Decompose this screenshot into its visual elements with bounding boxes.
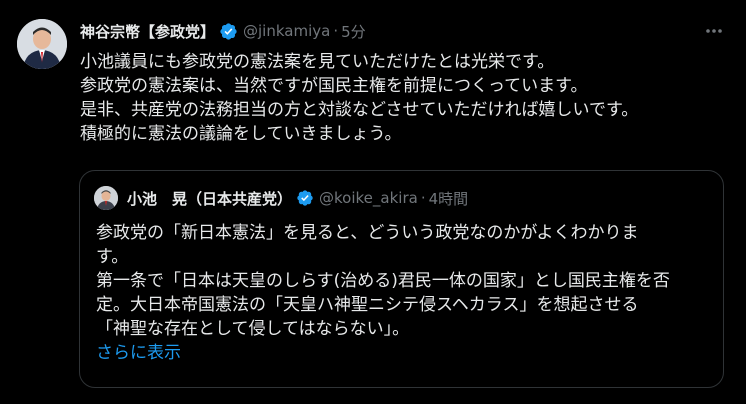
quoted-tweet-header: 小池 晃（日本共産党） @koike_akira · 4時間	[127, 187, 468, 209]
timestamp[interactable]: 5分	[341, 21, 366, 42]
show-more-link[interactable]: さらに表示	[96, 341, 716, 365]
quoted-text-line: 参政党の「新日本憲法」を見ると、どういう政党なのかがよくわかりま	[96, 223, 639, 243]
quoted-tweet-text: 参政党の「新日本憲法」を見ると、どういう政党なのかがよくわかりま す。 第一条で…	[96, 221, 716, 365]
verified-badge-icon	[297, 190, 313, 206]
verified-badge-icon	[220, 22, 237, 40]
quoted-text-line: 「神聖な存在として侵してはならない」。	[96, 319, 410, 339]
author-handle[interactable]: @jinkamiya	[243, 22, 330, 40]
quoted-text-line: す。	[96, 247, 129, 267]
quoted-text-line: 第一条で「日本は天皇のしらす(治める)君民一体の国家」とし国民主権を否	[96, 271, 670, 291]
tweet-text-line: 積極的に憲法の議論をしていきましょう。	[80, 124, 402, 144]
author-avatar[interactable]	[17, 19, 67, 69]
quoted-author-handle: @koike_akira	[319, 189, 418, 207]
avatar-image	[17, 19, 67, 69]
quoted-avatar-image	[94, 186, 118, 210]
author-name[interactable]: 神谷宗幣【参政党】	[80, 21, 215, 42]
tweet-text-line: 小池議員にも参政党の憲法案を見ていただけたとは光栄です。	[80, 52, 555, 72]
quoted-author-avatar	[94, 186, 118, 210]
quoted-author-name: 小池 晃（日本共産党）	[127, 189, 293, 208]
more-horizontal-icon[interactable]	[704, 23, 724, 39]
quoted-tweet[interactable]: 小池 晃（日本共産党） @koike_akira · 4時間 参政党の「新日本憲…	[79, 170, 724, 388]
quoted-text-line: 定。大日本帝国憲法の「天皇ハ神聖ニシテ侵スヘカラス」を想起させる	[96, 295, 639, 315]
tweet-header: 神谷宗幣【参政党】 @jinkamiya · 5分	[80, 20, 366, 42]
tweet-text: 小池議員にも参政党の憲法案を見ていただけたとは光栄です。 参政党の憲法案は、当然…	[80, 50, 730, 146]
tweet-text-line: 参政党の憲法案は、当然ですが国民主権を前提につくっています。	[80, 76, 588, 96]
separator-dot: ·	[420, 189, 426, 207]
tweet-text-line: 是非、共産党の法務担当の方と対談などさせていただければ嬉しいです。	[80, 100, 639, 120]
separator-dot: ·	[333, 22, 339, 40]
quoted-timestamp: 4時間	[428, 189, 469, 208]
tweet[interactable]: 神谷宗幣【参政党】 @jinkamiya · 5分 小池議員にも参政党の憲法案を…	[0, 0, 746, 404]
